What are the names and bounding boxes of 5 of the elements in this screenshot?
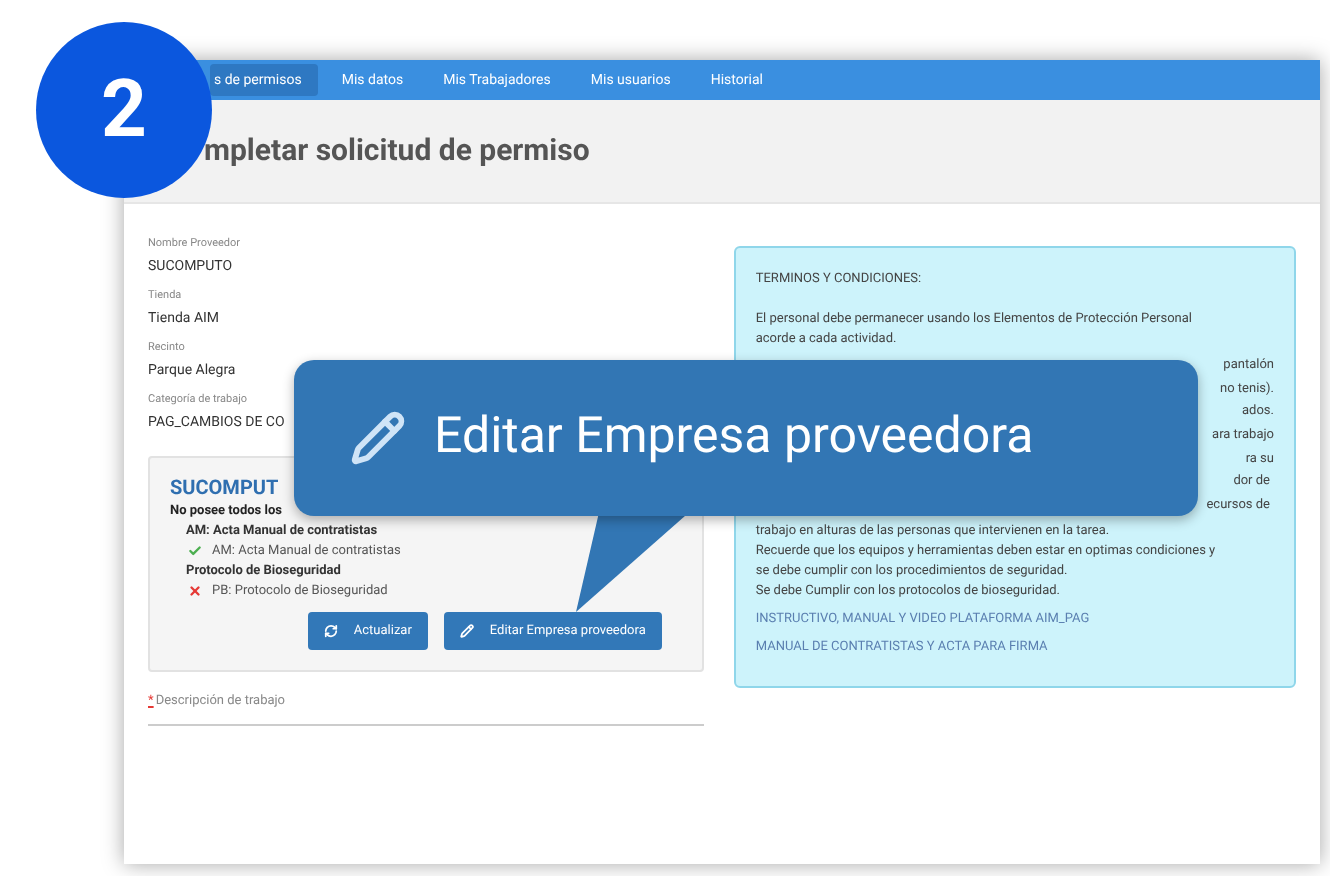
pencil-icon (459, 624, 474, 638)
provider-name: SUCOMPUT (170, 478, 281, 502)
callout-text: Editar Empresa proveedora (434, 406, 1034, 471)
refresh-icon (323, 624, 338, 638)
pencil-icon (350, 410, 406, 466)
